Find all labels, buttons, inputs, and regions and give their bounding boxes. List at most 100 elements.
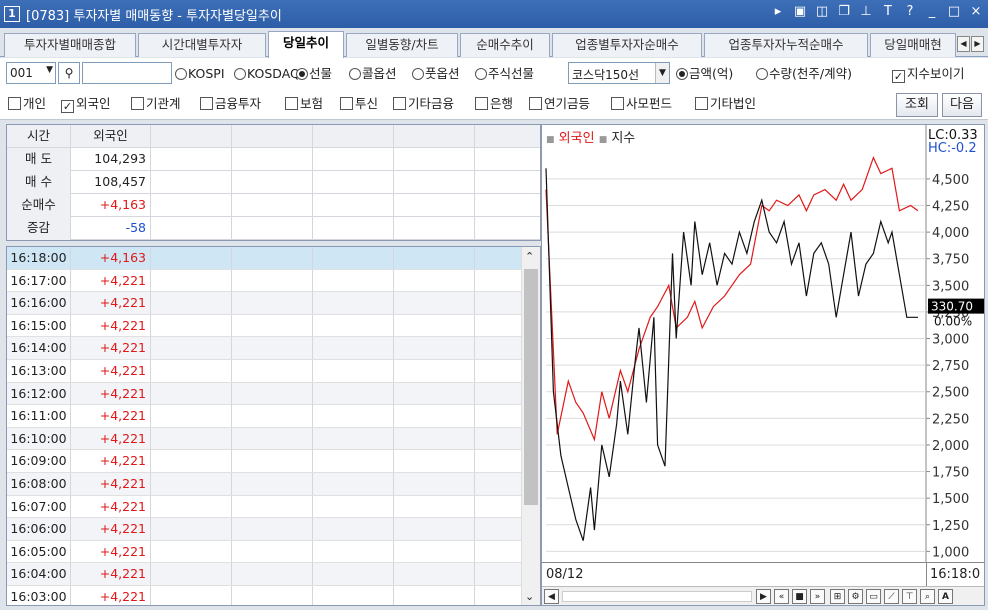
time-series-grid[interactable]: 16:18:00 +4,163 16:17:00 +4,221 16:16:00 +4,2… <box>6 246 541 606</box>
cursor-icon[interactable]: ⊤ <box>902 589 917 604</box>
play-icon[interactable]: ▸ <box>770 4 786 19</box>
investor-foreign-checkbox[interactable]: ✓ 외국인 <box>61 96 111 113</box>
table-row[interactable]: 16:11:00 +4,221 <box>7 405 521 428</box>
code-select[interactable]: 001 ▼ <box>6 62 56 84</box>
screen-icon[interactable]: ▣ <box>792 4 808 19</box>
table-row[interactable]: 16:17:00 +4,221 <box>7 269 521 293</box>
table-row[interactable]: 16:04:00 +4,221 <box>7 563 521 586</box>
tab-bar: 투자자별매매종합 시간대별투자자 당일추이 일별동향/차트 순매수추이 업종별투… <box>0 30 988 58</box>
minimize-icon[interactable]: _ <box>924 4 940 19</box>
show-index-checkbox[interactable]: ✓ 지수보이기 <box>892 66 965 83</box>
table-row[interactable]: 16:12:00 +4,221 <box>7 382 521 406</box>
market-stock-futures-radio[interactable]: 주식선물 <box>475 66 534 82</box>
foreign-series-line <box>545 156 919 442</box>
table-row[interactable]: 16:15:00 +4,221 <box>7 314 521 338</box>
scroll-up-icon[interactable]: ⌃ <box>525 250 534 263</box>
table-row[interactable]: 16:10:00 +4,221 <box>7 427 521 451</box>
investor-other-corp-checkbox[interactable]: 기타법인 <box>695 96 756 112</box>
tab-sector-cumulative[interactable]: 업종투자자누적순매수 <box>704 33 868 57</box>
summary-table: 시간 외국인 매 도 104,293 매 수 108,457 순매수 +4,163 증감 -5… <box>6 124 541 241</box>
tab-time-investor[interactable]: 시간대별투자자 <box>138 33 266 57</box>
chart-scroll-track[interactable] <box>562 591 752 602</box>
tab-scroll-left-icon[interactable]: ◀ <box>957 36 970 52</box>
crosshair-icon[interactable]: ⊞ <box>830 589 845 604</box>
market-kosdaq-radio[interactable]: KOSDAQ <box>234 66 300 82</box>
x-axis-start-label: 08/12 <box>546 567 584 582</box>
search-icon[interactable]: ⚲ <box>58 62 80 84</box>
summary-row-value: 104,293 <box>71 148 151 171</box>
table-row[interactable]: 16:18:00 +4,163 <box>7 247 521 270</box>
checkbox-icon <box>285 97 298 110</box>
investor-pension-checkbox[interactable]: 연기금등 <box>529 96 590 112</box>
y-tick-label: 4,250 <box>932 200 969 215</box>
summary-row-value: -58 <box>71 217 151 240</box>
help-icon[interactable]: ? <box>902 4 918 19</box>
checkmark-icon: ✓ <box>892 70 905 83</box>
investor-financial-invest-checkbox[interactable]: 금융투자 <box>200 96 261 112</box>
text-tool-icon[interactable]: A <box>938 589 953 604</box>
table-row[interactable]: 16:03:00 +4,221 <box>7 586 521 605</box>
row-foreign-value: +4,221 <box>71 405 151 428</box>
font-icon[interactable]: T <box>880 4 896 19</box>
radio-icon <box>349 68 361 80</box>
table-row[interactable]: 16:16:00 +4,221 <box>7 292 521 315</box>
rewind-icon[interactable]: « <box>774 589 789 604</box>
chevron-down-icon: ▼ <box>46 65 53 75</box>
unit-quantity-radio[interactable]: 수량(천주/계약) <box>756 66 852 82</box>
tab-investor-summary[interactable]: 투자자별매매종합 <box>4 33 136 57</box>
grid-scrollbar-thumb[interactable] <box>524 269 538 505</box>
query-button[interactable]: 조회 <box>896 93 938 117</box>
row-time: 16:13:00 <box>7 360 71 382</box>
market-put-option-radio[interactable]: 풋옵션 <box>412 66 460 82</box>
fast-forward-icon[interactable]: » <box>810 589 825 604</box>
draw-line-icon[interactable]: ⟋ <box>884 589 899 604</box>
trend-chart[interactable]: 4,5004,2504,0003,7503,5003,2503,0002,750… <box>542 125 984 562</box>
next-button[interactable]: 다음 <box>942 93 982 117</box>
investor-individual-checkbox[interactable]: 개인 <box>8 96 46 112</box>
settings-gear-icon[interactable]: ⚙ <box>848 589 863 604</box>
table-row[interactable]: 16:05:00 +4,221 <box>7 540 521 564</box>
table-row[interactable]: 16:07:00 +4,221 <box>7 495 521 519</box>
pin-icon[interactable]: ⊥ <box>858 4 874 19</box>
zoom-icon[interactable]: ⌕ <box>920 589 935 604</box>
maximize-icon[interactable]: □ <box>946 4 962 19</box>
tab-daily-trend[interactable]: 당일추이 <box>268 31 344 58</box>
market-kospi-radio[interactable]: KOSPI <box>175 66 225 82</box>
play-forward-icon[interactable]: ▶ <box>756 589 771 604</box>
search-input[interactable] <box>82 62 172 84</box>
unit-amount-radio[interactable]: 금액(억) <box>676 66 733 82</box>
table-row[interactable]: 16:09:00 +4,221 <box>7 450 521 473</box>
scroll-left-icon[interactable]: ◀ <box>544 589 559 604</box>
chart-x-axis: 08/12 16:18:0 <box>542 562 984 586</box>
stop-icon[interactable]: ■ <box>792 589 807 604</box>
tab-daily-status[interactable]: 당일매매현 <box>870 33 956 57</box>
market-call-option-radio[interactable]: 콜옵션 <box>349 66 397 82</box>
table-row[interactable]: 16:06:00 +4,221 <box>7 518 521 541</box>
x-axis-end-label: 16:18:0 <box>930 567 981 582</box>
row-time: 16:15:00 <box>7 314 71 337</box>
investor-insurance-checkbox[interactable]: 보험 <box>285 96 323 112</box>
grid-scrollbar[interactable]: ⌃ ⌄ <box>521 247 540 605</box>
row-time: 16:14:00 <box>7 337 71 360</box>
tab-daily-chart[interactable]: 일별동향/차트 <box>346 33 458 57</box>
index-select[interactable]: 코스닥150선 ▼ <box>568 62 670 84</box>
window-icon[interactable]: ▭ <box>866 589 881 604</box>
tab-net-buy-trend[interactable]: 순매수추이 <box>460 33 550 57</box>
scroll-down-icon[interactable]: ⌄ <box>525 590 534 603</box>
table-row[interactable]: 16:14:00 +4,221 <box>7 337 521 360</box>
tab-scroll-right-icon[interactable]: ▶ <box>971 36 984 52</box>
investor-private-fund-checkbox[interactable]: 사모펀드 <box>611 96 672 112</box>
summary-row: 매 도 104,293 <box>7 148 540 171</box>
close-icon[interactable]: × <box>968 4 984 19</box>
investor-institution-checkbox[interactable]: 기관계 <box>131 96 181 112</box>
checkbox-icon <box>200 97 213 110</box>
copy-window-icon[interactable]: ❐ <box>836 4 852 19</box>
investor-other-finance-checkbox[interactable]: 기타금융 <box>393 96 454 112</box>
investor-trust-checkbox[interactable]: 투신 <box>340 96 378 112</box>
market-futures-radio[interactable]: 선물 <box>296 66 332 82</box>
investor-bank-checkbox[interactable]: 은행 <box>475 96 513 112</box>
table-row[interactable]: 16:13:00 +4,221 <box>7 360 521 383</box>
tab-sector-net-buy[interactable]: 업종별투자자순매수 <box>552 33 702 57</box>
split-window-icon[interactable]: ◫ <box>814 4 830 19</box>
table-row[interactable]: 16:08:00 +4,221 <box>7 473 521 496</box>
